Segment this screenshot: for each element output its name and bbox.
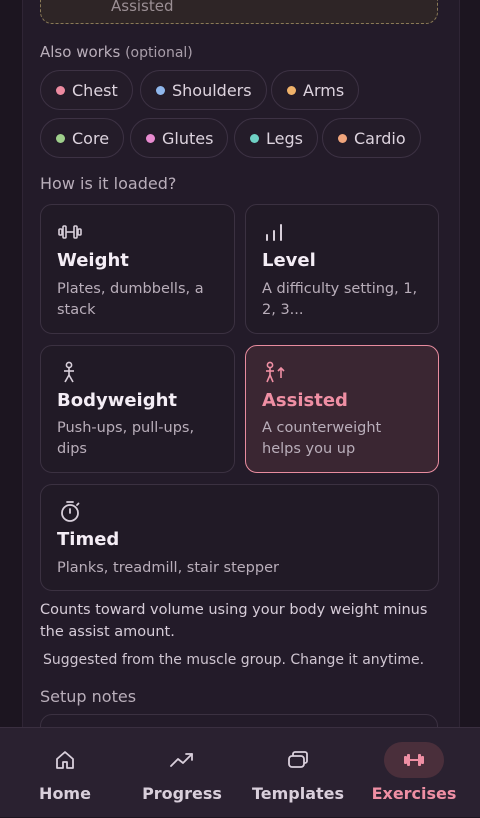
previous-selection-card[interactable]: Assisted xyxy=(40,0,438,24)
loading-heading: How is it loaded? xyxy=(40,174,177,193)
shoulders-dot xyxy=(156,85,165,95)
also-works-label: Also works xyxy=(40,43,121,61)
previous-selection-label: Assisted xyxy=(111,0,174,15)
person-icon xyxy=(64,361,74,383)
assist-explanation: Counts toward volume using your body wei… xyxy=(40,602,428,640)
level-desc: A difficulty setting, 1, 2, 3... xyxy=(262,281,418,318)
chest-dot xyxy=(56,85,65,95)
nav-templates-label: Templates xyxy=(251,784,345,803)
chip-arms[interactable]: Arms xyxy=(271,70,360,110)
stopwatch-icon xyxy=(61,501,80,522)
core-dot xyxy=(56,133,65,143)
load-option-bodyweight[interactable]: Bodyweight Push-ups, pull-ups, dips xyxy=(40,345,235,473)
chip-label: Glutes xyxy=(162,128,214,148)
arms-dot xyxy=(287,85,296,95)
assisted-desc: A counterweight helps you up xyxy=(262,420,382,457)
nav-home-label: Home xyxy=(39,784,91,803)
nav-exercises-label: Exercises xyxy=(371,784,457,803)
templates-icon-wrap xyxy=(268,742,328,778)
chip-label: Cardio xyxy=(354,128,406,148)
setup-notes-heading: Setup notes xyxy=(40,687,137,706)
dumbbell-icon xyxy=(58,225,82,239)
load-option-level[interactable]: Level A difficulty setting, 1, 2, 3... xyxy=(245,204,439,334)
legs-dot xyxy=(250,133,259,143)
glutes-dot xyxy=(146,133,155,143)
chip-glutes[interactable]: Glutes xyxy=(130,118,229,158)
level-title: Level xyxy=(262,250,316,271)
chip-label: Chest xyxy=(72,80,118,100)
nav-exercises[interactable]: Exercises xyxy=(356,728,472,818)
person-up-icon xyxy=(266,361,285,383)
chip-label: Arms xyxy=(303,80,345,100)
chip-shoulders[interactable]: Shoulders xyxy=(140,70,267,110)
chip-label: Core xyxy=(72,128,110,148)
chip-core[interactable]: Core xyxy=(40,118,125,158)
chip-label: Shoulders xyxy=(172,80,252,100)
chip-chest[interactable]: Chest xyxy=(40,70,133,110)
load-option-assisted[interactable]: Assisted A counterweight helps you up xyxy=(245,345,439,473)
bars-icon xyxy=(266,224,282,241)
nav-home[interactable]: Home xyxy=(7,728,123,818)
chip-cardio[interactable]: Cardio xyxy=(322,118,421,158)
cardio-dot xyxy=(338,133,347,143)
chip-legs[interactable]: Legs xyxy=(234,118,318,158)
suggestion-note: Suggested from the muscle group. Change … xyxy=(43,652,425,668)
trend-icon-wrap xyxy=(152,742,212,778)
bottom-nav: Home Progress Templates Exercises xyxy=(0,727,480,817)
timed-title: Timed xyxy=(57,529,120,550)
weight-desc: Plates, dumbbells, a stack xyxy=(57,281,204,318)
assisted-title: Assisted xyxy=(262,390,348,411)
dumbbell-icon xyxy=(404,754,424,766)
nav-progress-label: Progress xyxy=(142,784,222,803)
bodyweight-title: Bodyweight xyxy=(57,390,178,411)
bodyweight-desc: Push-ups, pull-ups, dips xyxy=(57,420,195,457)
load-option-timed[interactable]: Timed Planks, treadmill, stair stepper xyxy=(40,484,439,591)
weight-title: Weight xyxy=(57,250,129,271)
chip-label: Legs xyxy=(266,128,303,148)
trend-icon xyxy=(170,753,193,767)
home-icon-wrap xyxy=(35,742,95,778)
timed-desc: Planks, treadmill, stair stepper xyxy=(57,560,279,576)
templates-icon xyxy=(288,751,308,768)
dumbbell-icon-wrap xyxy=(384,742,444,778)
home-icon xyxy=(56,751,74,769)
optional-hint: (optional) xyxy=(125,45,193,61)
also-works-heading: Also works (optional) xyxy=(40,43,193,61)
nav-progress[interactable]: Progress xyxy=(124,728,240,818)
nav-templates[interactable]: Templates xyxy=(240,728,356,818)
load-option-weight[interactable]: Weight Plates, dumbbells, a stack xyxy=(40,204,235,334)
